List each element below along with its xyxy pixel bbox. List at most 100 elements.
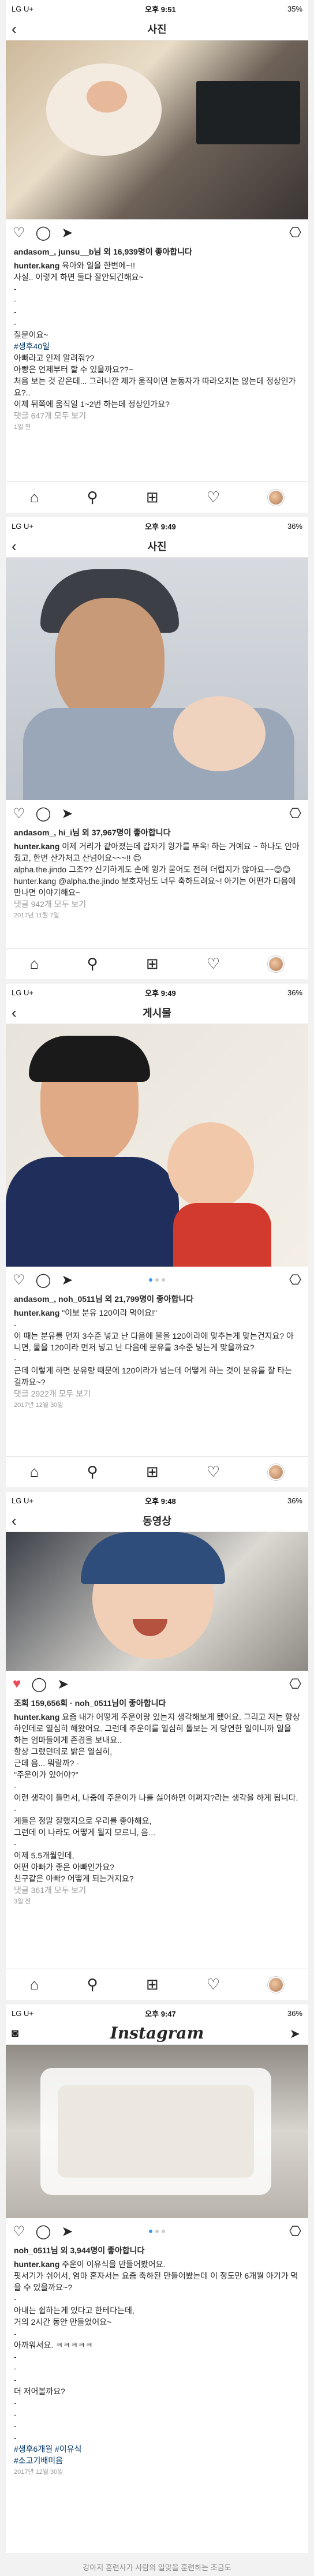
- search-icon[interactable]: ⚲: [87, 1463, 98, 1481]
- comment-line: 이런 생각이 들면서, 나중에 주운이가 나를 싫어하면 어쩌지?라는 생각을 …: [14, 1793, 298, 1802]
- clock-label: 오후 9:49: [145, 522, 176, 531]
- comment-icon[interactable]: ◯: [36, 225, 51, 241]
- view-all-comments-link[interactable]: 댓글 942개 모두 보기: [14, 898, 300, 910]
- comment-line: -: [14, 2410, 17, 2419]
- comment-line: -: [14, 2329, 17, 2338]
- share-icon[interactable]: ➤: [61, 225, 73, 241]
- hashtag[interactable]: #생후40일: [14, 341, 300, 352]
- post-photo[interactable]: [6, 1024, 308, 1267]
- view-count[interactable]: 조회 159,656회 · noh_0511님이 좋아합니다: [14, 1697, 300, 1709]
- home-icon[interactable]: ⌂: [30, 1463, 39, 1481]
- action-bar: ♡ ◯ ➤ ⎔: [6, 1267, 308, 1293]
- caption: hunter.kang "이보 분유 120이라 먹어요!": [14, 1307, 300, 1319]
- comment-line: 거의 2시간 동안 만들었어요~: [14, 2317, 112, 2327]
- comment-line: 게들은 정말 잘했지으로 우리를 좋아해요,: [14, 1816, 152, 1825]
- back-arrow-icon[interactable]: ‹: [12, 17, 17, 40]
- post-video[interactable]: [6, 1532, 308, 1671]
- profile-avatar[interactable]: [268, 1976, 285, 1993]
- page-title: 사진: [147, 540, 167, 552]
- comment-line: 이제 5.5개월인데,: [14, 1851, 74, 1860]
- caption-user[interactable]: hunter.kang: [14, 1712, 59, 1722]
- activity-heart-icon[interactable]: ♡: [207, 1976, 220, 1993]
- add-post-icon[interactable]: ⊞: [146, 488, 159, 506]
- bookmark-icon[interactable]: ⎔: [289, 1676, 301, 1693]
- share-icon[interactable]: ➤: [61, 1272, 73, 1289]
- profile-avatar[interactable]: [268, 1464, 285, 1480]
- share-icon[interactable]: ➤: [61, 2223, 73, 2240]
- view-all-comments-link[interactable]: 댓글 647개 모두 보기: [14, 410, 300, 421]
- post-photo[interactable]: [6, 558, 308, 800]
- activity-heart-icon[interactable]: ♡: [207, 1463, 220, 1481]
- search-icon[interactable]: ⚲: [87, 955, 98, 973]
- caption-user[interactable]: hunter.kang: [14, 2260, 59, 2269]
- share-icon[interactable]: ➤: [57, 1676, 69, 1693]
- search-icon[interactable]: ⚲: [87, 1976, 98, 1993]
- clock-label: 오후 9:51: [145, 5, 176, 14]
- post-photo[interactable]: [6, 2045, 308, 2218]
- back-arrow-icon[interactable]: ‹: [12, 535, 17, 558]
- heart-icon[interactable]: ♡: [13, 1272, 25, 1289]
- profile-avatar[interactable]: [268, 955, 285, 972]
- direct-message-icon[interactable]: ➤: [290, 2026, 300, 2041]
- comment-icon[interactable]: ◯: [36, 2223, 51, 2240]
- caption: hunter.kang 이제 거리가 같아졌는데 갑자기 윙가를 뚜욱! 하는 …: [14, 841, 300, 864]
- hashtag[interactable]: #생후6개월 #이유식: [14, 2443, 300, 2455]
- comment-icon[interactable]: ◯: [31, 1676, 47, 1693]
- screen-1: LG U+ 오후 9:51 35% ‹ 사진 ♡ ◯ ➤ ⎔ andasom_,…: [6, 0, 308, 513]
- heart-icon[interactable]: ♡: [13, 2223, 25, 2240]
- hashtag[interactable]: #소고기배미음: [14, 2455, 300, 2466]
- home-icon[interactable]: ⌂: [30, 488, 39, 506]
- home-icon[interactable]: ⌂: [30, 1976, 39, 1993]
- comment-line: -: [14, 2352, 17, 2361]
- comment-line: 처음 보는 것 같은데... 그러니깐 제가 움직이면 눈동자가 따라오지는 않…: [14, 376, 296, 397]
- bookmark-icon[interactable]: ⎔: [289, 1272, 301, 1289]
- heart-icon[interactable]: ♡: [13, 805, 25, 822]
- likes-count[interactable]: andasom_, noh_0511님 외 21,799명이 좋아합니다: [14, 1293, 300, 1305]
- page-title: 게시물: [143, 1007, 171, 1019]
- bookmark-icon[interactable]: ⎔: [289, 2223, 301, 2240]
- add-post-icon[interactable]: ⊞: [146, 1976, 159, 1993]
- post-photo[interactable]: [6, 40, 308, 219]
- camera-icon[interactable]: ◙: [12, 2022, 18, 2045]
- comment-icon[interactable]: ◯: [36, 805, 51, 822]
- back-arrow-icon[interactable]: ‹: [12, 1001, 17, 1024]
- add-post-icon[interactable]: ⊞: [146, 1463, 159, 1481]
- status-bar: LG U+ 오후 9:51 35%: [6, 0, 308, 17]
- comment-line: 이 때는 분유를 먼저 3수준 넣고 난 다음에 물을 120이라에 맞추는게 …: [14, 1331, 294, 1352]
- caption-text: "이보 분유 120이라 먹어요!": [62, 1308, 158, 1317]
- back-arrow-icon[interactable]: ‹: [12, 1509, 17, 1532]
- comment-line: -: [14, 1354, 17, 1364]
- view-all-comments-link[interactable]: 댓글 361개 모두 보기: [14, 1884, 300, 1896]
- home-icon[interactable]: ⌂: [30, 955, 39, 973]
- activity-heart-icon[interactable]: ♡: [207, 955, 220, 973]
- heart-filled-icon[interactable]: ♥: [13, 1676, 21, 1692]
- share-icon[interactable]: ➤: [61, 805, 73, 822]
- likes-count[interactable]: andasom_, hi_i님 외 37,967명이 좋아합니다: [14, 827, 300, 838]
- instagram-logo: Instagram: [110, 2024, 204, 2043]
- likes-count[interactable]: noh_0511님 외 3,944명이 좋아합니다: [14, 2245, 300, 2256]
- bookmark-icon[interactable]: ⎔: [289, 225, 301, 241]
- profile-avatar[interactable]: [268, 489, 285, 506]
- screen-3: LG U+ 오후 9:49 36% ‹ 게시물 ♡ ◯ ➤ ⎔ andasom_…: [6, 984, 308, 1487]
- carrier-label: LG U+: [12, 2008, 33, 2018]
- view-all-comments-link[interactable]: 댓글 2922개 모두 보기: [14, 1388, 300, 1399]
- comment-icon[interactable]: ◯: [36, 1272, 51, 1289]
- comment-line: -: [14, 1320, 17, 1329]
- caption-user[interactable]: hunter.kang: [14, 261, 59, 270]
- activity-heart-icon[interactable]: ♡: [207, 488, 220, 506]
- comment-line: -: [14, 296, 17, 305]
- post-timestamp: 2017년 11월 7일: [14, 912, 59, 919]
- likes-users[interactable]: andasom_, hi_i: [14, 828, 72, 837]
- caption-user[interactable]: hunter.kang: [14, 1308, 59, 1317]
- search-icon[interactable]: ⚲: [87, 488, 98, 506]
- post-timestamp: 1일 전: [14, 424, 31, 431]
- comment-line: alpha.the.jindo 그조?? 신기하게도 손에 윙가 묻어도 전혀 …: [14, 865, 291, 874]
- battery-label: 36%: [287, 1496, 302, 1505]
- likes-count[interactable]: andasom_, junsu__b님 외 16,939명이 좋아합니다: [14, 246, 300, 257]
- comment-line: "주운이가 있어야?": [14, 1770, 78, 1779]
- add-post-icon[interactable]: ⊞: [146, 955, 159, 973]
- heart-icon[interactable]: ♡: [13, 225, 25, 241]
- caption-user[interactable]: hunter.kang: [14, 842, 59, 851]
- bookmark-icon[interactable]: ⎔: [289, 805, 301, 822]
- carrier-label: LG U+: [12, 4, 33, 13]
